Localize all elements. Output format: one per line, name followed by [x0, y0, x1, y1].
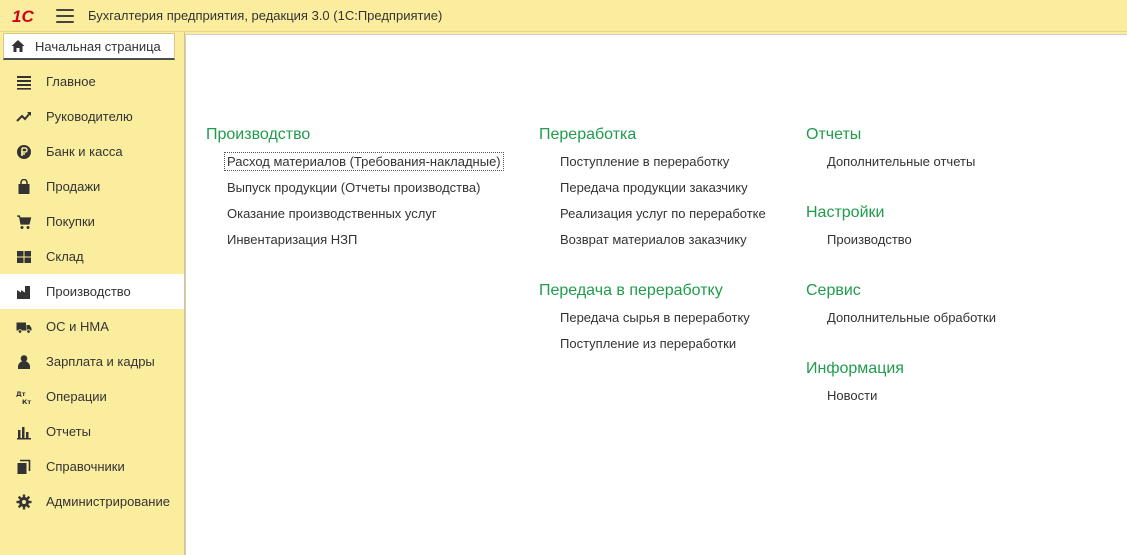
section-information: Информация Новости — [806, 358, 904, 411]
sidebar-item-label: Склад — [46, 249, 84, 264]
sidebar-item-label: Отчеты — [46, 424, 91, 439]
trend-icon — [16, 109, 32, 125]
main-menu-icon[interactable] — [56, 8, 74, 23]
link-product-transfer-to-customer[interactable]: Передача продукции заказчику — [560, 177, 766, 203]
home-icon — [11, 40, 25, 52]
sidebar-item-label: Покупки — [46, 214, 95, 229]
person-icon — [16, 354, 32, 370]
section-title[interactable]: Отчеты — [806, 124, 975, 146]
link-processing-services-sale[interactable]: Реализация услуг по переработке — [560, 203, 766, 229]
factory-icon — [16, 284, 32, 300]
sidebar-item-fixed-assets[interactable]: ОС и НМА — [0, 309, 184, 344]
sidebar-item-label: Справочники — [46, 459, 125, 474]
link-production-services[interactable]: Оказание производственных услуг — [227, 203, 504, 229]
bag-icon — [16, 178, 32, 195]
section-settings: Настройки Производство — [806, 202, 912, 255]
cart-icon — [16, 214, 32, 230]
gear-icon — [16, 494, 32, 510]
link-raw-materials-transfer[interactable]: Передача сырья в переработку — [560, 307, 750, 333]
sidebar-item-label: Операции — [46, 389, 107, 404]
sidebar-item-purchases[interactable]: Покупки — [0, 204, 184, 239]
sidebar-item-manager[interactable]: Руководителю — [0, 99, 184, 134]
books-icon — [16, 459, 32, 475]
svg-text:Кт: Кт — [22, 398, 31, 405]
sidebar-item-label: Зарплата и кадры — [46, 354, 155, 369]
section-outsourcing: Передача в переработку Передача сырья в … — [539, 280, 750, 359]
app-title: Бухгалтерия предприятия, редакция 3.0 (1… — [88, 8, 443, 23]
ruble-icon — [16, 144, 32, 160]
sidebar-item-salary[interactable]: Зарплата и кадры — [0, 344, 184, 379]
1c-logo[interactable]: 1С — [12, 6, 42, 26]
sidebar-item-operations[interactable]: Дт Кт Операции — [0, 379, 184, 414]
link-material-consumption[interactable]: Расход материалов (Требования-накладные) — [224, 151, 504, 177]
dt-kt-icon: Дт Кт — [16, 389, 32, 405]
sidebar-item-warehouse[interactable]: Склад — [0, 239, 184, 274]
svg-text:1С: 1С — [12, 7, 34, 26]
tab-home[interactable]: Начальная страница — [3, 33, 175, 60]
section-production: Производство Расход материалов (Требован… — [206, 124, 504, 255]
warehouse-icon — [16, 249, 32, 265]
section-title[interactable]: Передача в переработку — [539, 280, 750, 302]
link-materials-return[interactable]: Возврат материалов заказчику — [560, 229, 766, 255]
title-bar: 1С Бухгалтерия предприятия, редакция 3.0… — [0, 0, 1127, 32]
sidebar-item-label: Банк и касса — [46, 144, 123, 159]
link-receipt-for-processing[interactable]: Поступление в переработку — [560, 151, 766, 177]
sidebar-item-administration[interactable]: Администрирование — [0, 484, 184, 519]
section-title[interactable]: Сервис — [806, 280, 996, 302]
sidebar-item-production[interactable]: Производство — [0, 274, 184, 309]
main-content: Производство Расход материалов (Требован… — [185, 34, 1127, 555]
sidebar-item-main[interactable]: Главное — [0, 64, 184, 99]
sidebar-item-sales[interactable]: Продажи — [0, 169, 184, 204]
sidebar-item-label: Продажи — [46, 179, 101, 194]
truck-icon — [16, 319, 32, 335]
tab-home-label: Начальная страница — [35, 38, 161, 54]
link-additional-reports[interactable]: Дополнительные отчеты — [827, 151, 975, 177]
link-product-output[interactable]: Выпуск продукции (Отчеты производства) — [227, 177, 504, 203]
section-processing: Переработка Поступление в переработку Пе… — [539, 124, 766, 255]
sidebar-item-label: Руководителю — [46, 109, 133, 124]
section-title[interactable]: Настройки — [806, 202, 912, 224]
section-title[interactable]: Переработка — [539, 124, 766, 146]
sidebar-item-label: Главное — [46, 74, 96, 89]
sidebar-item-label: Производство — [46, 284, 131, 299]
link-production-settings[interactable]: Производство — [827, 229, 912, 255]
link-news[interactable]: Новости — [827, 385, 904, 411]
sidebar-item-label: ОС и НМА — [46, 319, 109, 334]
section-title[interactable]: Информация — [806, 358, 904, 380]
section-service: Сервис Дополнительные обработки — [806, 280, 996, 333]
svg-text:Дт: Дт — [16, 390, 26, 398]
sidebar: Главное Руководителю Банк и касса Продаж… — [0, 64, 184, 519]
list-icon — [16, 74, 32, 90]
link-receipt-from-processing[interactable]: Поступление из переработки — [560, 333, 750, 359]
bar-chart-icon — [16, 424, 32, 440]
sidebar-item-bank[interactable]: Банк и касса — [0, 134, 184, 169]
section-reports: Отчеты Дополнительные отчеты — [806, 124, 975, 177]
sidebar-item-reports[interactable]: Отчеты — [0, 414, 184, 449]
sidebar-item-label: Администрирование — [46, 494, 170, 509]
sidebar-item-catalogs[interactable]: Справочники — [0, 449, 184, 484]
link-wip-inventory[interactable]: Инвентаризация НЗП — [227, 229, 504, 255]
link-additional-processing[interactable]: Дополнительные обработки — [827, 307, 996, 333]
section-title[interactable]: Производство — [206, 124, 504, 146]
